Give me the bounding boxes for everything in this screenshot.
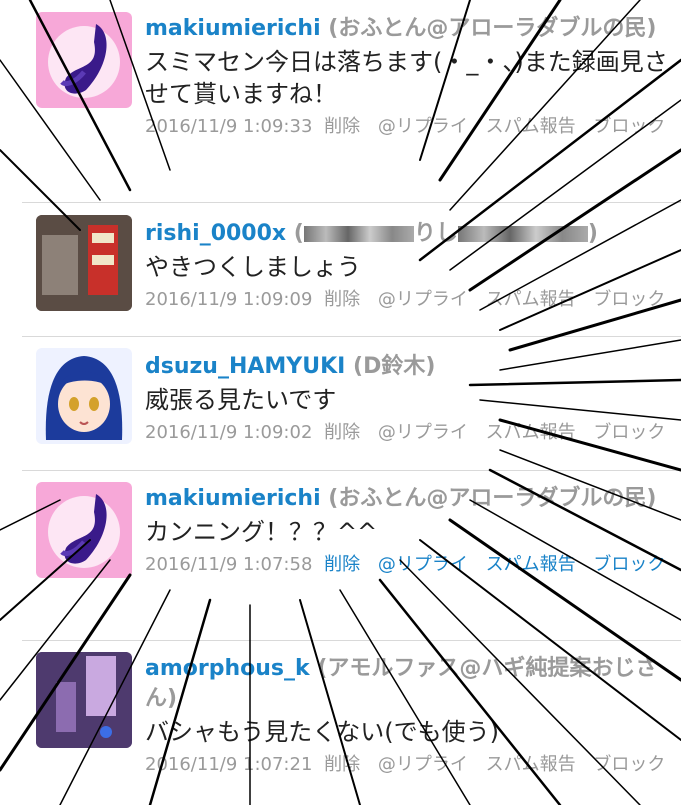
- comment-meta: 2016/11/9 1:09:02 削除 @リプライ スパム報告 ブロック: [145, 420, 673, 446]
- delete-button[interactable]: 削除: [324, 422, 360, 443]
- comment-header: dsuzu_HAMYUKI (D鈴木): [145, 352, 673, 382]
- block-button[interactable]: ブロック: [593, 754, 665, 775]
- redacted-block: [457, 226, 588, 242]
- timestamp: 2016/11/9 1:07:58: [145, 554, 313, 575]
- block-button[interactable]: ブロック: [593, 289, 665, 310]
- avatar[interactable]: [36, 215, 132, 311]
- reply-button[interactable]: @リプライ: [378, 554, 468, 575]
- display-name: (D鈴木): [353, 354, 436, 379]
- report-spam-button[interactable]: スパム報告: [486, 554, 576, 575]
- timestamp: 2016/11/9 1:09:33: [145, 116, 313, 137]
- comment-text: バシャもう見たくない(でも使う): [145, 718, 500, 746]
- reply-button[interactable]: @リプライ: [378, 116, 468, 137]
- timestamp: 2016/11/9 1:07:21: [145, 754, 313, 775]
- comment-feed: makiumierichi (おふとん@アローラダブルの民) スミマセン今日は落…: [0, 0, 681, 805]
- avatar[interactable]: [36, 12, 132, 108]
- report-spam-button[interactable]: スパム報告: [486, 116, 576, 137]
- comment-meta: 2016/11/9 1:07:21 削除 @リプライ スパム報告 ブロック: [145, 752, 673, 778]
- comment-header: amorphous_k (アモルファス@ハギ純提案おじさん): [145, 654, 673, 714]
- avatar[interactable]: [36, 348, 132, 444]
- comment-item: makiumierichi (おふとん@アローラダブルの民) スミマセン今日は落…: [0, 0, 681, 203]
- comment-text: カンニング！？？^^: [145, 518, 378, 546]
- comment-body: rishi_0000x (りし) やきつくしましょう 2016/11/9 1:0…: [145, 219, 673, 313]
- comment-body: dsuzu_HAMYUKI (D鈴木) 威張る見たいです 2016/11/9 1…: [145, 352, 673, 446]
- comment-text: 威張る見たいです: [145, 386, 337, 414]
- display-name: (おふとん@アローラダブルの民): [328, 16, 657, 41]
- comment-meta: 2016/11/9 1:09:33 削除 @リプライ スパム報告 ブロック: [145, 114, 673, 140]
- username-link[interactable]: dsuzu_HAMYUKI: [145, 354, 345, 379]
- block-button[interactable]: ブロック: [593, 422, 665, 443]
- username-link[interactable]: makiumierichi: [145, 486, 321, 511]
- comment-header: makiumierichi (おふとん@アローラダブルの民): [145, 14, 673, 44]
- timestamp: 2016/11/9 1:09:02: [145, 422, 313, 443]
- timestamp: 2016/11/9 1:09:09: [145, 289, 313, 310]
- report-spam-button[interactable]: スパム報告: [486, 422, 576, 443]
- comment-header: makiumierichi (おふとん@アローラダブルの民): [145, 484, 673, 514]
- comment-item: rishi_0000x (りし) やきつくしましょう 2016/11/9 1:0…: [0, 203, 681, 337]
- delete-button[interactable]: 削除: [324, 554, 360, 575]
- comment-body: makiumierichi (おふとん@アローラダブルの民) スミマセン今日は落…: [145, 14, 673, 140]
- report-spam-button[interactable]: スパム報告: [486, 754, 576, 775]
- reply-button[interactable]: @リプライ: [378, 289, 468, 310]
- report-spam-button[interactable]: スパム報告: [486, 289, 576, 310]
- display-name-visible: りし: [413, 221, 458, 246]
- redacted-block: [303, 226, 414, 242]
- username-link[interactable]: makiumierichi: [145, 16, 321, 41]
- comment-item: amorphous_k (アモルファス@ハギ純提案おじさん) バシャもう見たくな…: [0, 640, 681, 805]
- comment-item: dsuzu_HAMYUKI (D鈴木) 威張る見たいです 2016/11/9 1…: [0, 336, 681, 471]
- delete-button[interactable]: 削除: [324, 754, 360, 775]
- username-link[interactable]: rishi_0000x: [145, 221, 286, 246]
- delete-button[interactable]: 削除: [324, 289, 360, 310]
- display-name: (おふとん@アローラダブルの民): [328, 486, 657, 511]
- username-link[interactable]: amorphous_k: [145, 656, 310, 681]
- avatar[interactable]: [36, 482, 132, 578]
- block-button[interactable]: ブロック: [593, 116, 665, 137]
- reply-button[interactable]: @リプライ: [378, 754, 468, 775]
- comment-item: makiumierichi (おふとん@アローラダブルの民) カンニング！？？^…: [0, 470, 681, 641]
- reply-button[interactable]: @リプライ: [378, 422, 468, 443]
- comment-body: makiumierichi (おふとん@アローラダブルの民) カンニング！？？^…: [145, 484, 673, 578]
- avatar[interactable]: [36, 652, 132, 748]
- comment-text: スミマセン今日は落ちます(・_・、)また録画見させて貰いますね！: [145, 48, 668, 108]
- delete-button[interactable]: 削除: [324, 116, 360, 137]
- comment-body: amorphous_k (アモルファス@ハギ純提案おじさん) バシャもう見たくな…: [145, 654, 673, 778]
- display-name: (りし): [293, 221, 598, 246]
- comment-meta: 2016/11/9 1:09:09 削除 @リプライ スパム報告 ブロック: [145, 287, 673, 313]
- comment-text: やきつくしましょう: [145, 253, 361, 281]
- comment-meta: 2016/11/9 1:07:58 削除 @リプライ スパム報告 ブロック: [145, 552, 673, 578]
- comment-header: rishi_0000x (りし): [145, 219, 673, 249]
- block-button[interactable]: ブロック: [593, 554, 665, 575]
